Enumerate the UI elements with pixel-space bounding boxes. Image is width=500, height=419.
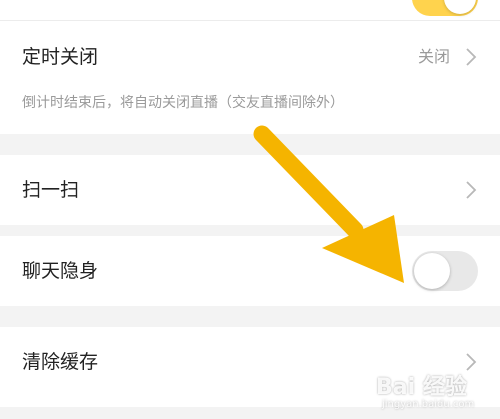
auto-close-value: 关闭 [417, 47, 450, 66]
top-toggle-on[interactable] [412, 0, 478, 16]
scan-label: 扫一扫 [22, 179, 80, 201]
watermark-text: Bai 经验 [376, 375, 467, 400]
invisible-chat-toggle[interactable] [412, 251, 478, 291]
baidu-watermark-logo: Bai 经验 jingyan.baidu.com [376, 369, 486, 415]
toggle-knob [414, 253, 450, 289]
scan-row[interactable]: 扫一扫 [0, 155, 500, 225]
toggle-knob [444, 0, 476, 14]
chevron-right-icon [466, 48, 477, 66]
invisible-chat-row: 聊天隐身 [0, 236, 500, 306]
watermark-url: jingyan.baidu.com [382, 399, 475, 410]
auto-close-label: 定时关闭 [22, 46, 99, 68]
chevron-right-icon [466, 181, 477, 199]
invisible-chat-label: 聊天隐身 [22, 260, 99, 282]
auto-close-note: 倒计时结束后，将自动关闭直播（交友直播间除外） [22, 95, 344, 111]
auto-close-row[interactable]: 定时关闭 关闭 倒计时结束后，将自动关闭直播（交友直播间除外） [0, 21, 500, 134]
top-partial-row [0, 0, 500, 20]
clear-cache-label: 清除缓存 [22, 351, 99, 373]
